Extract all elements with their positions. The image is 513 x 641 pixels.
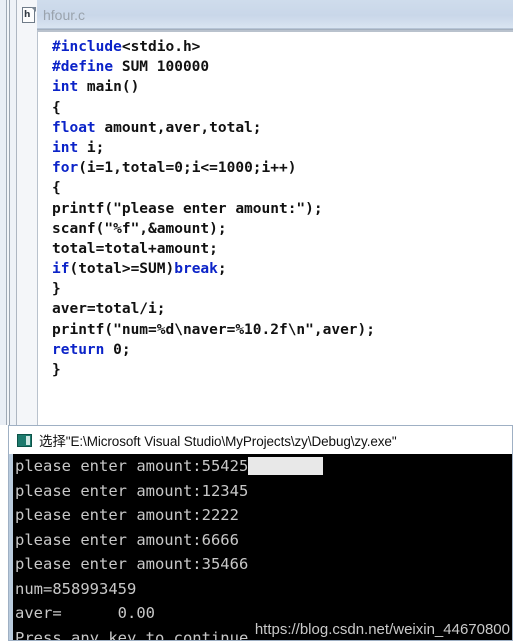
code-line: {: [52, 98, 375, 118]
code-token: SUM 100000: [113, 59, 210, 76]
code-token: i;: [78, 139, 105, 156]
code-token: {: [52, 99, 61, 116]
console-output-text: please enter amount:55425 please enter a…: [15, 454, 323, 640]
code-line: float amount,aver,total;: [52, 118, 375, 138]
code-token: }: [52, 281, 61, 298]
code-keyword: if: [52, 261, 70, 278]
console-line: please enter amount:2222: [15, 503, 323, 528]
code-line: printf("num=%d\naver=%10.2f\n",aver);: [52, 320, 375, 340]
code-line: }: [52, 279, 375, 299]
console-left-border: [9, 454, 13, 640]
code-token: <stdio.h>: [121, 39, 201, 55]
editor-tab-label: hfour.c: [43, 7, 86, 23]
editor-surface[interactable]: #include<stdio.h> #define SUM 100000 int m…: [37, 31, 513, 425]
code-token: amount,aver,total;: [95, 119, 262, 136]
watermark-url: https://blog.csdn.net/weixin_44670800: [254, 621, 510, 638]
console-selection-highlight: [248, 457, 323, 475]
source-code-text: #include<stdio.h> #define SUM 100000 int m…: [52, 37, 375, 380]
code-keyword: for: [52, 160, 79, 177]
console-line: num=858993459: [15, 577, 323, 602]
code-line: int main(): [52, 77, 375, 97]
code-keyword: #define: [52, 59, 114, 76]
console-line-text: please enter amount:55425: [15, 457, 249, 475]
code-line: for(i=1,total=0;i<=1000;i++): [52, 158, 375, 178]
code-keyword: #include: [52, 39, 122, 55]
code-keyword: break: [174, 261, 218, 278]
console-output-area[interactable]: please enter amount:55425 please enter a…: [9, 454, 512, 640]
editor-tab-hfour-c[interactable]: h hfour.c: [22, 2, 85, 28]
file-icon-glyph: h: [24, 9, 31, 20]
console-line: please enter amount:35466: [15, 552, 323, 577]
code-token: printf("please enter amount:");: [52, 200, 323, 217]
console-line-text: num=858993459: [15, 579, 137, 598]
code-line: int i;: [52, 138, 375, 158]
console-line: please enter amount:6666: [15, 528, 323, 553]
code-line: #include<stdio.h>: [52, 37, 375, 57]
code-keyword: return: [52, 341, 105, 358]
console-title-text: 选择"E:\Microsoft Visual Studio\MyProjects…: [39, 434, 397, 449]
console-line-text: Press any key to continue: [15, 628, 249, 641]
code-keyword: int: [52, 79, 79, 96]
console-line-text: please enter amount:2222: [15, 506, 239, 524]
console-line-text: please enter amount:6666: [15, 530, 239, 549]
code-line: aver=total/i;: [52, 299, 375, 319]
console-line: please enter amount:12345: [15, 479, 323, 504]
code-line: }: [52, 360, 375, 380]
code-token: ;: [217, 261, 227, 278]
code-line: if(total>=SUM)break;: [52, 259, 375, 279]
code-token: 0;: [104, 341, 131, 358]
code-line: scanf("%f",&amount);: [52, 219, 375, 239]
code-line: total=total+amount;: [52, 239, 375, 259]
code-token: printf("num=%d\naver=%10.2f\n",aver);: [52, 321, 376, 338]
code-editor-window: h hfour.c #include<stdio.h> #define SUM 1…: [0, 0, 513, 425]
code-token: (total>=SUM): [69, 261, 175, 278]
console-window-icon: [17, 433, 32, 447]
editor-gutter: [17, 0, 37, 425]
c-header-file-icon: h: [22, 6, 37, 24]
console-line-text: aver= 0.00: [15, 604, 155, 622]
code-token: total=total+amount;: [52, 240, 218, 257]
code-token: main(): [78, 79, 140, 96]
console-window: 选择"E:\Microsoft Visual Studio\MyProjects…: [8, 425, 513, 641]
code-line: #define SUM 100000: [52, 57, 375, 77]
code-token: {: [52, 180, 61, 197]
code-line: {: [52, 178, 375, 198]
console-line-text: please enter amount:12345: [15, 481, 249, 500]
code-token: }: [52, 362, 61, 378]
code-line: printf("please enter amount:");: [52, 199, 375, 219]
code-keyword: float: [52, 119, 96, 136]
code-token: (i=1,total=0;i<=1000;i++): [78, 160, 297, 177]
code-keyword: int: [52, 139, 79, 156]
console-title-bar[interactable]: 选择"E:\Microsoft Visual Studio\MyProjects…: [9, 426, 512, 454]
code-token: aver=total/i;: [52, 301, 166, 318]
console-line: please enter amount:55425: [15, 454, 323, 479]
code-line: return 0;: [52, 340, 375, 360]
console-line-text: please enter amount:35466: [15, 555, 249, 573]
code-token: scanf("%f",&amount);: [52, 220, 227, 237]
